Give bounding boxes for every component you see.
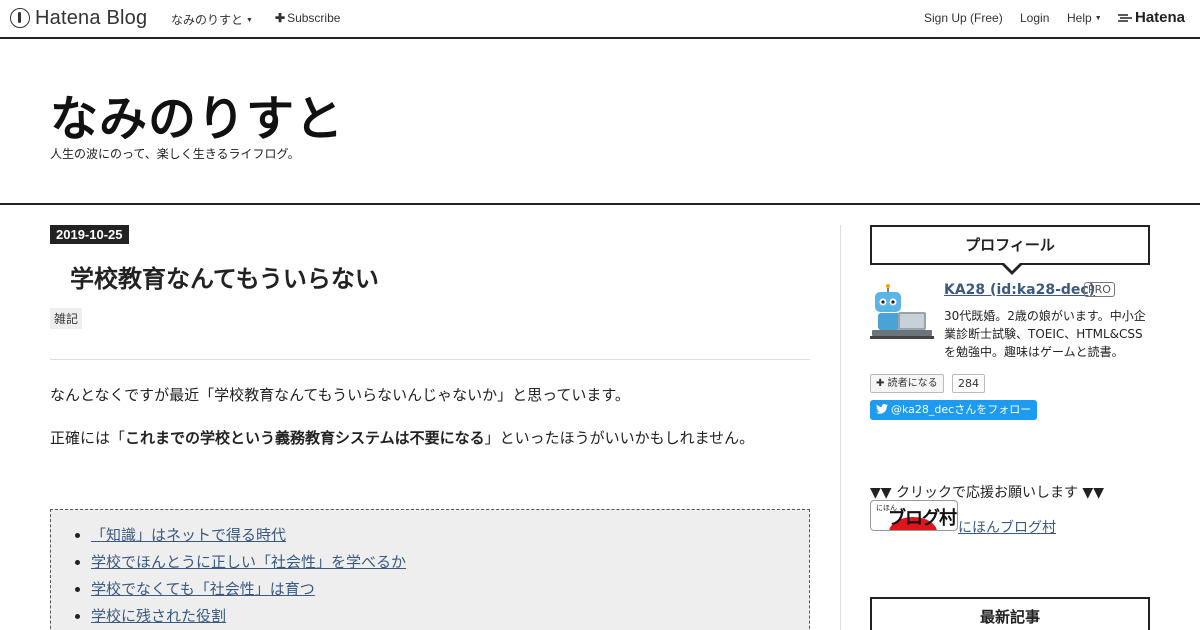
paragraph-text: 」といったほうがいいかもしれません。 — [484, 429, 755, 447]
caret-down-icon: ▼ — [1094, 15, 1102, 22]
recent-posts-label: 最新記事 — [979, 608, 1040, 626]
toc-link[interactable]: 学校でなくても「社会性」は育つ — [91, 580, 315, 598]
login-link[interactable]: Login — [1020, 11, 1049, 25]
reader-count: 284 — [952, 374, 985, 393]
plus-icon: ✚ — [275, 11, 286, 25]
hatena-brand-link[interactable]: Hatena — [1118, 9, 1185, 26]
reader-label: 読者になる — [887, 378, 938, 389]
plus-icon: ✚ — [876, 378, 885, 389]
paragraph: 正確には「これまでの学校という義務教育システムは不要になる」といったほうがいいか… — [50, 427, 754, 448]
toc-item: 学校でほんとうに正しい「社会性」を学べるか — [91, 549, 809, 576]
divider — [50, 359, 810, 360]
entry-title[interactable]: 学校教育なんてもういらない — [70, 259, 379, 294]
heading-notch — [1002, 263, 1022, 275]
hatena-brand-label: Hatena — [1135, 9, 1186, 26]
profile-heading: プロフィール — [870, 225, 1150, 275]
toc-link[interactable]: 「知識」はネットで得る時代 — [91, 526, 286, 544]
help-label: Help — [1067, 11, 1092, 25]
toc-item: 「知識」はネットで得る時代 — [91, 522, 809, 549]
banner-big-text: ブログ村 — [888, 508, 957, 529]
help-menu[interactable]: Help ▼ — [1067, 11, 1102, 25]
recent-posts-heading: 最新記事 — [870, 597, 1150, 630]
logo-text: Hatena Blog — [35, 6, 148, 29]
hatena-pen-icon — [10, 8, 30, 28]
category-tag[interactable]: 雑記 — [50, 308, 83, 329]
profile-description: 30代既婚。2歳の娘がいます。中小企業診断士試験、TOEIC、HTML&CSSを… — [944, 309, 1146, 359]
subscribe-button[interactable]: ✚ Subscribe — [275, 11, 340, 25]
twitter-bird-icon — [876, 404, 888, 414]
toc-link[interactable]: 学校に残された役割 — [91, 607, 226, 625]
hatena-blog-logo[interactable]: Hatena Blog — [10, 6, 147, 30]
blog-menu-label: なみのりすと — [171, 13, 244, 27]
table-of-contents: 「知識」はネットで得る時代 学校でほんとうに正しい「社会性」を学べるか 学校でな… — [50, 509, 810, 630]
paragraph-text: 正確には「 — [50, 429, 126, 447]
caret-down-icon: ▼ — [246, 17, 253, 24]
subscribe-reader-button[interactable]: ✚ 読者になる — [870, 374, 944, 393]
blog-village-banner[interactable]: にほん ブログ村 — [870, 500, 958, 531]
column-divider — [840, 225, 841, 630]
twitter-label: @ka28_decさんをフォロー — [891, 403, 1032, 416]
toc-item: 学校に残された役割 — [91, 603, 809, 630]
signup-link[interactable]: Sign Up (Free) — [924, 11, 1003, 25]
support-text: ▼▼ クリックで応援お願いします ▼▼ — [870, 485, 1104, 501]
paragraph: なんとなくですが最近「学校教育なんてもういらないんじゃないか」と思っています。 — [50, 386, 630, 404]
blog-description: 人生の波にのって、楽しく生きるライフログ。 — [50, 147, 300, 161]
blog-header: なみのりすと 人生の波にのって、楽しく生きるライフログ。 — [0, 39, 1200, 205]
toc-item: 学校でなくても「社会性」は育つ — [91, 576, 809, 603]
blog-menu[interactable]: なみのりすと ▼ — [171, 11, 253, 28]
global-header: Hatena Blog なみのりすと ▼ ✚ Subscribe Sign Up (… — [0, 0, 1200, 39]
subscribe-label: Subscribe — [287, 11, 341, 25]
twitter-follow-button[interactable]: @ka28_decさんをフォロー — [870, 400, 1038, 420]
profile-heading-label: プロフィール — [965, 236, 1055, 254]
hatena-wave-icon — [1118, 13, 1132, 22]
blog-title[interactable]: なみのりすと — [50, 79, 344, 149]
avatar[interactable] — [870, 282, 934, 342]
pro-badge: PRO — [1084, 282, 1115, 297]
profile-name-link[interactable]: KA28 (id:ka28-dec) — [944, 282, 1095, 298]
toc-link[interactable]: 学校でほんとうに正しい「社会性」を学べるか — [91, 553, 406, 571]
paragraph-bold: これまでの学校という義務教育システムは不要になる — [125, 429, 485, 447]
entry-date[interactable]: 2019-10-25 — [50, 225, 129, 244]
blog-village-link[interactable]: にほんブログ村 — [958, 517, 1056, 537]
